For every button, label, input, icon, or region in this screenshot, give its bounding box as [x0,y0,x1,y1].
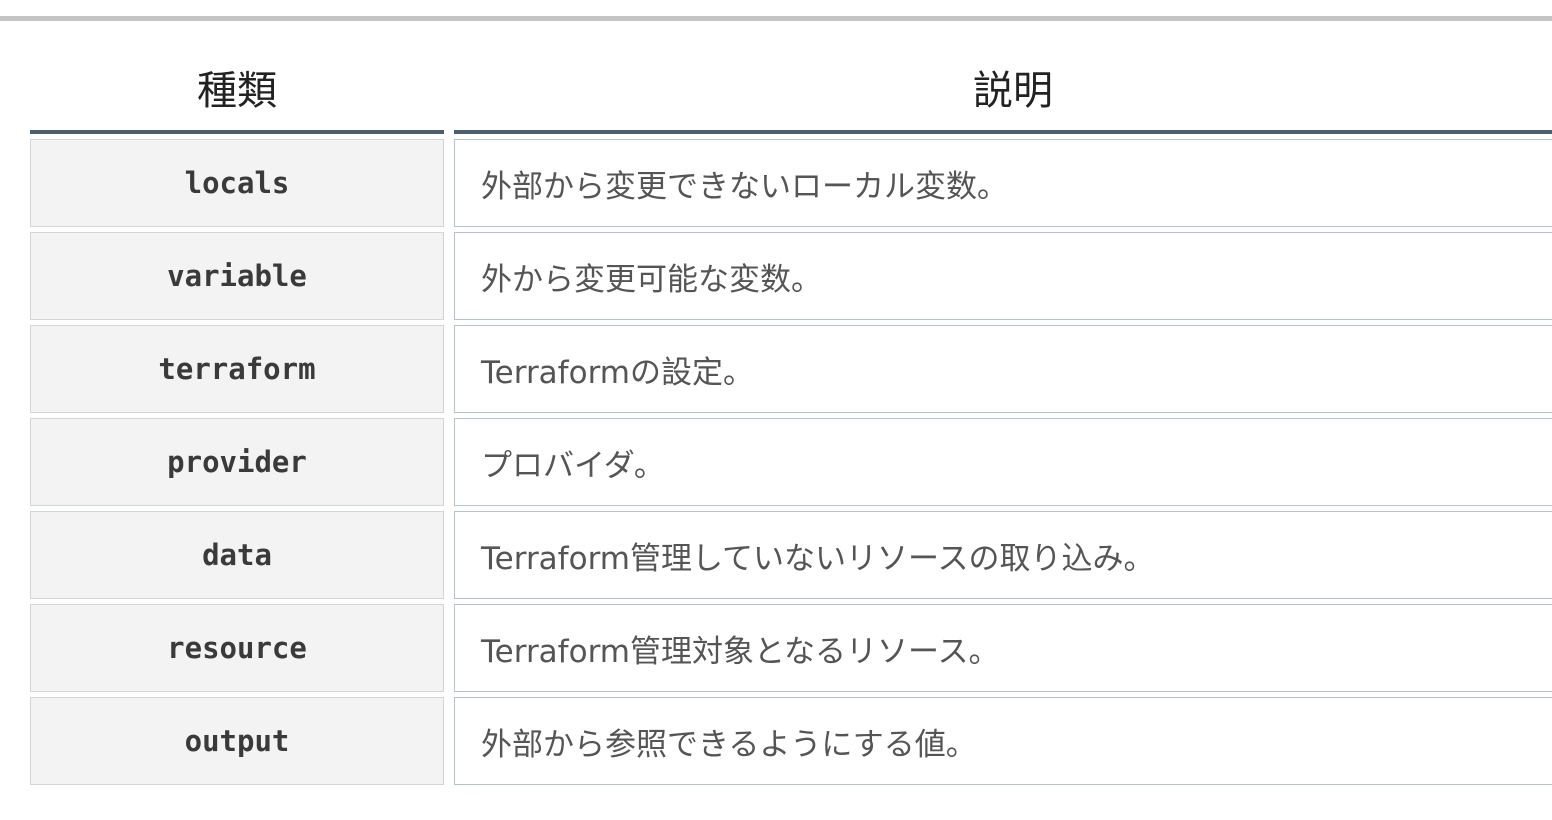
header-kind: 種類 [30,48,444,134]
table-row: locals 外部から変更できないローカル変数。 [30,139,1552,227]
header-description: 説明 [454,48,1552,134]
kind-cell: output [30,697,444,785]
table-body: locals 外部から変更できないローカル変数。 variable 外から変更可… [30,139,1552,785]
description-cell: プロバイダ。 [454,418,1552,506]
description-cell: 外部から参照できるようにする値。 [454,697,1552,785]
kind-cell: resource [30,604,444,692]
table-row: resource Terraform管理対象となるリソース。 [30,604,1552,692]
table-header-row: 種類 説明 [30,48,1552,134]
description-cell: Terraform管理していないリソースの取り込み。 [454,511,1552,599]
description-cell: Terraformの設定。 [454,325,1552,413]
top-divider [0,16,1552,21]
terraform-block-table-container: 種類 説明 locals 外部から変更できないローカル変数。 variable … [30,48,1552,790]
kind-cell: locals [30,139,444,227]
header-description-label: 説明 [973,68,1053,114]
kind-cell: provider [30,418,444,506]
terraform-block-table: 種類 説明 locals 外部から変更できないローカル変数。 variable … [20,43,1552,790]
description-cell: 外から変更可能な変数。 [454,232,1552,320]
table-row: data Terraform管理していないリソースの取り込み。 [30,511,1552,599]
description-cell: 外部から変更できないローカル変数。 [454,139,1552,227]
table-row: output 外部から参照できるようにする値。 [30,697,1552,785]
kind-cell: variable [30,232,444,320]
header-kind-label: 種類 [197,68,277,114]
kind-cell: data [30,511,444,599]
table-row: provider プロバイダ。 [30,418,1552,506]
table-row: terraform Terraformの設定。 [30,325,1552,413]
table-header: 種類 説明 [30,48,1552,134]
table-row: variable 外から変更可能な変数。 [30,232,1552,320]
description-cell: Terraform管理対象となるリソース。 [454,604,1552,692]
kind-cell: terraform [30,325,444,413]
